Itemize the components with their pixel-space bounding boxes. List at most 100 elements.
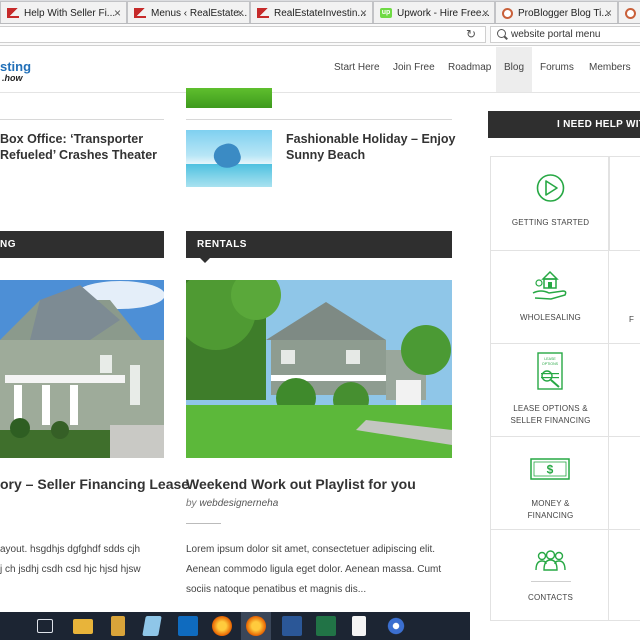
tab-menus[interactable]: Menus ‹ RealEstate... × xyxy=(127,1,250,23)
site-logo-suffix: .how xyxy=(2,73,23,83)
tab-upwork[interactable]: up Upwork - Hire Free... × xyxy=(373,1,495,23)
url-bar[interactable] xyxy=(0,26,486,43)
tab-problogger[interactable]: ProBlogger Blog Ti... × xyxy=(495,1,618,23)
help-item-label: CONTACTS xyxy=(527,593,573,602)
close-icon[interactable]: × xyxy=(114,6,121,20)
divider xyxy=(186,119,452,120)
site-header: sting .how Start Here Join Free Roadmap … xyxy=(0,47,640,93)
divider xyxy=(531,581,571,582)
post-title-weekend-playlist[interactable]: Weekend Work out Playlist for you xyxy=(186,476,416,492)
outlook-icon[interactable] xyxy=(178,616,198,636)
help-item-contacts[interactable]: CONTACTS xyxy=(490,530,609,621)
menu-forums[interactable]: Forums xyxy=(540,62,574,73)
menu-start-here[interactable]: Start Here xyxy=(334,62,380,73)
help-item-partial[interactable] xyxy=(609,437,640,530)
help-item-label: SELLER FINANCING xyxy=(510,416,591,425)
help-item-partial[interactable]: F xyxy=(609,251,640,344)
red-house-icon xyxy=(257,8,269,18)
close-icon[interactable]: × xyxy=(482,6,489,20)
category-bar-left[interactable]: NG xyxy=(0,231,164,258)
lease-document-icon: LEASE OPTIONS xyxy=(537,352,563,390)
menu-join-free[interactable]: Join Free xyxy=(393,62,435,73)
post-image-house-left[interactable] xyxy=(0,280,164,458)
help-item-label: WHOLESALING xyxy=(520,313,581,322)
red-house-icon xyxy=(134,8,146,18)
category-bar-rentals[interactable]: RENTALS xyxy=(186,231,452,263)
close-icon[interactable]: × xyxy=(360,6,367,20)
browser-tab-strip: Help With Seller Fi... × Menus ‹ RealEst… xyxy=(0,0,640,24)
close-icon[interactable]: × xyxy=(237,6,244,20)
notch xyxy=(200,258,210,263)
browser-search-box[interactable]: website portal menu xyxy=(490,26,640,43)
problogger-icon xyxy=(625,7,636,19)
tab-help-with-seller[interactable]: Help With Seller Fi... × xyxy=(0,1,127,23)
windows-taskbar xyxy=(0,612,470,640)
help-item-partial[interactable] xyxy=(609,530,640,621)
tab-title: Menus ‹ RealEstate... xyxy=(151,7,248,19)
reload-icon[interactable]: ↻ xyxy=(466,27,476,41)
upwork-icon: up xyxy=(380,8,392,18)
category-label: NG xyxy=(0,239,16,250)
post-title-seller-financing[interactable]: ory – Seller Financing Lease xyxy=(0,476,189,492)
menu-members[interactable]: Members xyxy=(589,62,631,73)
title-line: Sunny Beach xyxy=(286,148,366,162)
search-icon xyxy=(497,29,506,38)
excerpt-line: j ch jsdhj csdh csd hjc hjsd hjsw xyxy=(0,564,141,575)
site-logo[interactable]: sting xyxy=(0,59,31,74)
post-title-transporter[interactable]: Box Office: ‘Transporter Refueled’ Crash… xyxy=(0,131,170,163)
excel-icon[interactable] xyxy=(316,616,336,636)
help-item-getting-started[interactable]: GETTING STARTED xyxy=(490,157,609,251)
task-view-icon[interactable] xyxy=(37,619,53,633)
post-byline: by webdesignerneha xyxy=(186,498,278,509)
lease-doc-text: LEASE xyxy=(544,357,556,361)
help-item-label: FINANCING xyxy=(527,511,574,520)
house-hand-icon xyxy=(532,270,567,300)
divider xyxy=(186,523,221,524)
post-title-holiday[interactable]: Fashionable Holiday – Enjoy Sunny Beach xyxy=(286,131,456,163)
post-excerpt-right: Lorem ipsum dolor sit amet, consectetuer… xyxy=(186,540,456,600)
help-item-lease-options[interactable]: LEASE OPTIONS LEASE OPTIONS & SELLER FIN… xyxy=(490,344,609,437)
tab-problogger-2[interactable]: Pr xyxy=(618,1,640,23)
firefox-active-icon[interactable] xyxy=(246,616,266,636)
help-item-partial[interactable] xyxy=(609,344,640,437)
search-value: website portal menu xyxy=(511,29,601,40)
post-thumbnail-plant[interactable] xyxy=(186,88,272,108)
post-image-house-right[interactable] xyxy=(186,280,452,458)
word-icon[interactable] xyxy=(282,616,302,636)
help-item-label: LEASE OPTIONS & xyxy=(513,404,588,413)
tab-realestate-investing[interactable]: RealEstateInvestin... × xyxy=(250,1,373,23)
category-label: RENTALS xyxy=(197,239,247,250)
tab-title: Upwork - Hire Free... xyxy=(397,7,490,19)
file-explorer-icon[interactable] xyxy=(73,619,93,634)
byline-prefix: by xyxy=(186,498,197,509)
dollar-bill-icon: $ xyxy=(530,458,570,480)
close-icon[interactable]: × xyxy=(605,6,612,20)
help-item-label: MONEY & xyxy=(531,499,570,508)
document-icon[interactable] xyxy=(352,616,366,636)
notepad-icon[interactable] xyxy=(142,616,162,636)
menu-roadmap[interactable]: Roadmap xyxy=(448,62,491,73)
menu-blog[interactable]: Blog xyxy=(504,62,524,73)
file-manager-icon[interactable] xyxy=(111,616,125,636)
app-icon[interactable] xyxy=(386,616,406,636)
help-item-partial[interactable] xyxy=(609,157,640,251)
help-item-wholesaling[interactable]: WHOLESALING xyxy=(490,251,609,344)
byline-author[interactable]: webdesignerneha xyxy=(199,498,278,509)
divider xyxy=(0,119,164,120)
excerpt-line: Lorem ipsum dolor sit amet, consectetuer… xyxy=(186,544,436,555)
excerpt-line: ayout. hsgdhjs dgfghdf sdds cjh xyxy=(0,544,141,555)
svg-text:$: $ xyxy=(547,463,554,477)
play-circle-icon xyxy=(536,174,565,202)
help-item-money-financing[interactable]: $ MONEY & FINANCING xyxy=(490,437,609,530)
browser-toolbar: ↻ website portal menu xyxy=(0,24,640,46)
tab-title: ProBlogger Blog Ti... xyxy=(518,7,610,19)
title-line: Refueled’ Crashes Theater xyxy=(0,148,158,162)
title-line: Box Office: ‘Transporter xyxy=(0,132,144,146)
excerpt-line: sociis natoque penatibus et magnis dis..… xyxy=(186,584,367,595)
lease-doc-text: OPTIONS xyxy=(542,362,559,366)
firefox-icon[interactable] xyxy=(212,616,232,636)
post-thumbnail-beach[interactable] xyxy=(186,130,272,187)
help-widget-heading: I NEED HELP WIT xyxy=(488,111,640,138)
help-heading-text: I NEED HELP WIT xyxy=(557,119,640,130)
help-item-label-partial: F xyxy=(629,315,634,324)
